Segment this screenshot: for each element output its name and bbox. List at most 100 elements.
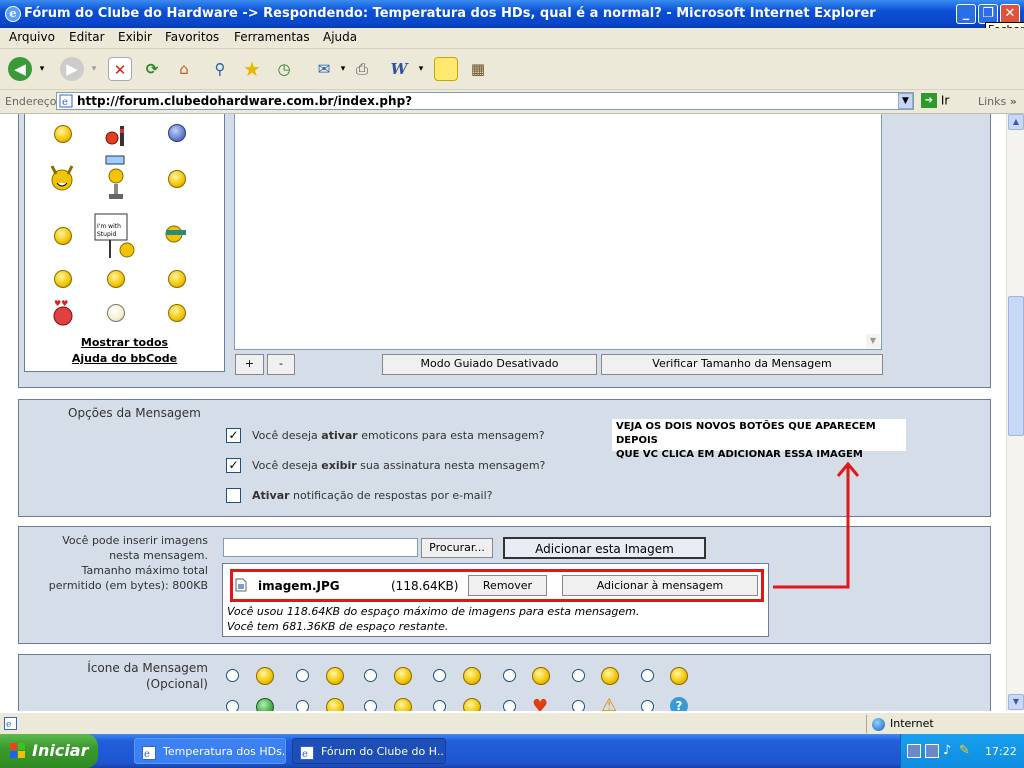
refresh-icon[interactable]: ⟳ [140,57,164,81]
scroll-down-icon[interactable]: ▼ [1008,694,1024,710]
smiley-dizzy-icon[interactable] [107,270,125,288]
links-label[interactable]: Links » [978,95,1017,108]
research-icon[interactable]: ▦ [466,57,490,81]
icon-radio[interactable] [364,669,377,682]
smiley-ninja-icon[interactable] [163,224,189,244]
icon-radio[interactable] [296,669,309,682]
network-icon[interactable] [907,744,921,758]
notification-checkbox[interactable] [226,488,241,503]
address-input[interactable]: http://forum.clubedohardware.com.br/inde… [56,92,914,110]
smiley-cheer-icon[interactable] [49,164,75,192]
menu-exibir[interactable]: Exibir [118,30,152,44]
smiley-love-icon[interactable]: ♥♥ [52,298,76,326]
smiley-surprised-icon[interactable] [168,270,186,288]
image-file-input[interactable] [223,538,418,557]
icon-grin-icon[interactable] [601,667,619,685]
add-image-button[interactable]: Adicionar esta Imagem [503,537,706,559]
icon-radio[interactable] [503,669,516,682]
shrink-editor-button[interactable]: - [267,354,295,375]
menu-arquivo[interactable]: Arquivo [9,30,55,44]
remove-image-button[interactable]: Remover [468,575,547,596]
show-all-smilies-link[interactable]: Mostrar todos [25,336,224,349]
address-dropdown-icon[interactable]: ▼ [898,93,913,109]
message-textarea[interactable]: ▼ [234,114,882,350]
icon-warning-icon[interactable]: ⚠ [601,695,617,711]
icon-tongue-icon[interactable] [463,667,481,685]
menu-editar[interactable]: Editar [69,30,105,44]
smiley-shocked-icon[interactable] [107,304,125,322]
smiley-icon[interactable] [54,125,72,143]
scroll-thumb[interactable] [1008,296,1024,436]
add-to-message-button[interactable]: Adicionar à mensagem [562,575,758,596]
edit-dropdown-icon[interactable]: ▾ [416,57,426,81]
taskbar-item-forum[interactable]: e Fórum do Clube do H... [292,738,446,764]
favorites-star-icon[interactable]: ★ [240,57,264,81]
icon-arrow-icon[interactable] [463,698,481,711]
check-size-button[interactable]: Verificar Tamanho da Mensagem [601,354,883,375]
icon-radio[interactable] [641,669,654,682]
menu-favoritos[interactable]: Favoritos [165,30,219,44]
page-scrollbar[interactable]: ▲ ▼ [1006,114,1024,711]
icon-radio[interactable] [503,700,516,711]
word-edit-icon[interactable]: W [387,57,411,81]
smiley-trophy-icon[interactable] [103,154,129,202]
title-bar[interactable]: e Fórum do Clube do Hardware -> Responde… [0,0,1024,28]
smiley-red-icon[interactable] [105,126,127,146]
minimize-button[interactable]: _ [956,4,976,24]
network-icon-2[interactable] [925,744,939,758]
history-icon[interactable]: ◷ [272,57,296,81]
tray-tool-icon[interactable]: ✎ [959,743,970,758]
icon-radio[interactable] [364,700,377,711]
smiley-cool-icon[interactable] [168,304,186,322]
scroll-up-icon[interactable]: ▲ [1008,114,1024,130]
search-icon[interactable]: ⚲ [208,57,232,81]
mail-dropdown-icon[interactable]: ▾ [338,57,348,81]
back-dropdown-icon[interactable]: ▾ [36,57,48,81]
menu-ajuda[interactable]: Ajuda [323,30,357,44]
go-button[interactable]: ➔ Ir [921,93,949,108]
mail-icon[interactable]: ✉ [312,57,336,81]
icon-shocked-icon[interactable] [532,667,550,685]
icon-green-icon[interactable] [256,698,274,711]
icon-radio[interactable] [433,700,446,711]
icon-radio[interactable] [296,700,309,711]
maximize-button[interactable]: ❐ [978,4,998,24]
textarea-scroll-down-icon[interactable]: ▼ [866,334,880,348]
guided-mode-button[interactable]: Modo Guiado Desativado [382,354,597,375]
icon-confused-icon[interactable] [326,698,344,711]
notes-icon[interactable] [434,57,458,81]
emoticons-checkbox[interactable]: ✓ [226,428,241,443]
icon-question-icon[interactable]: ? [670,697,688,711]
icon-angry-icon[interactable] [670,667,688,685]
icon-radio[interactable] [226,669,239,682]
icon-radio[interactable] [433,669,446,682]
forward-icon[interactable]: ▶ [60,57,84,81]
volume-icon[interactable]: ♪ [943,743,951,758]
icon-sad-icon[interactable] [394,667,412,685]
smiley-smirk-icon[interactable] [54,227,72,245]
icon-radio[interactable] [641,700,654,711]
smiley-grin-icon[interactable] [168,170,186,188]
enlarge-editor-button[interactable]: + [235,354,264,375]
icon-wink-icon[interactable] [326,667,344,685]
icon-heart-icon[interactable]: ♥ [532,696,548,711]
home-icon[interactable]: ⌂ [172,57,196,81]
start-button[interactable]: Iniciar [0,734,98,768]
back-icon[interactable]: ◀ [8,57,32,81]
browse-button[interactable]: Procurar... [421,538,493,558]
signature-checkbox[interactable]: ✓ [226,458,241,473]
taskbar-item-temperatura[interactable]: e Temperatura dos HDs... [134,738,286,764]
smiley-confused-icon[interactable] [54,270,72,288]
icon-radio[interactable] [572,669,585,682]
smiley-sign-icon[interactable]: I'm with Stupid [93,212,137,260]
stop-icon[interactable]: ✕ [108,57,132,81]
smiley-blue-icon[interactable] [168,124,186,142]
icon-radio[interactable] [226,700,239,711]
icon-smile-icon[interactable] [256,667,274,685]
close-button[interactable]: ✕ [1000,4,1020,24]
icon-radio[interactable] [572,700,585,711]
bbcode-help-link[interactable]: Ajuda do bbCode [25,352,224,365]
menu-ferramentas[interactable]: Ferramentas [234,30,310,44]
icon-cool-icon[interactable] [394,698,412,711]
forward-dropdown-icon[interactable]: ▾ [88,57,100,81]
